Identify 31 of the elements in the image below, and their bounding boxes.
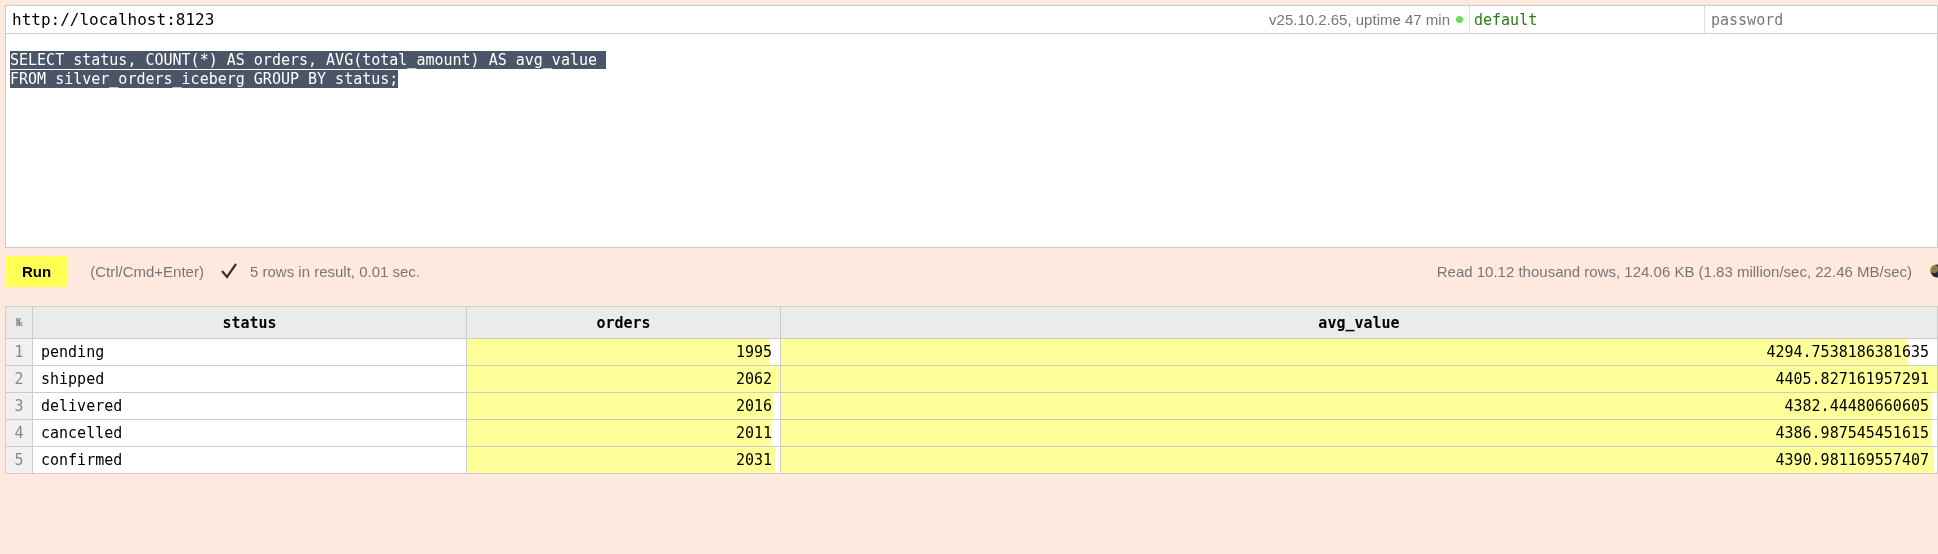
table-cell: shipped — [32, 365, 467, 393]
table-cell: 2062 — [466, 365, 781, 393]
index-header: № — [5, 306, 33, 339]
query-text: FROM silver_orders_iceberg GROUP BY status; — [10, 70, 399, 88]
table-cell: 2031 — [466, 446, 781, 474]
table-cell: 4386.987545451615 — [780, 419, 1938, 447]
row-number: 1 — [5, 338, 33, 366]
row-number: 3 — [5, 392, 33, 420]
table-cell: 1995 — [466, 338, 781, 366]
table-cell: confirmed — [32, 446, 467, 474]
table-cell: pending — [32, 338, 467, 366]
query-editor[interactable]: SELECT status, COUNT(*) AS orders, AVG(total_amount) AS avg_value FROM silver_orders_iceberg GROUP BY status; — [5, 33, 1938, 248]
table-cell: 4405.827161957291 — [780, 365, 1938, 393]
table-cell: 4294.7538186381635 — [780, 338, 1938, 366]
query-text: SELECT status, COUNT(*) AS orders, AVG(total_amount) AS avg_value — [10, 51, 607, 69]
column-header: status — [32, 306, 467, 339]
table-cell: 2016 — [466, 392, 781, 420]
shortcut-hint: (Ctrl/Cmd+Enter) — [90, 262, 204, 280]
table-cell: 4382.44480660605 — [780, 392, 1938, 420]
column-header: avg_value — [780, 306, 1938, 339]
read-stats: Read 10.12 thousand rows, 124.06 KB (1.83 million/sec, 22.46 MB/sec) — [1436, 262, 1912, 280]
row-number: 2 — [5, 365, 33, 393]
run-button[interactable]: Run — [5, 255, 69, 287]
column-header: orders — [466, 306, 781, 339]
table-cell: delivered — [32, 392, 467, 420]
row-number: 5 — [5, 446, 33, 474]
result-summary: 5 rows in result, 0.01 sec. — [249, 262, 421, 280]
row-number: 4 — [5, 419, 33, 447]
table-cell: 4390.981169557407 — [780, 446, 1938, 474]
table-cell: cancelled — [32, 419, 467, 447]
table-cell: 2011 — [466, 419, 781, 447]
